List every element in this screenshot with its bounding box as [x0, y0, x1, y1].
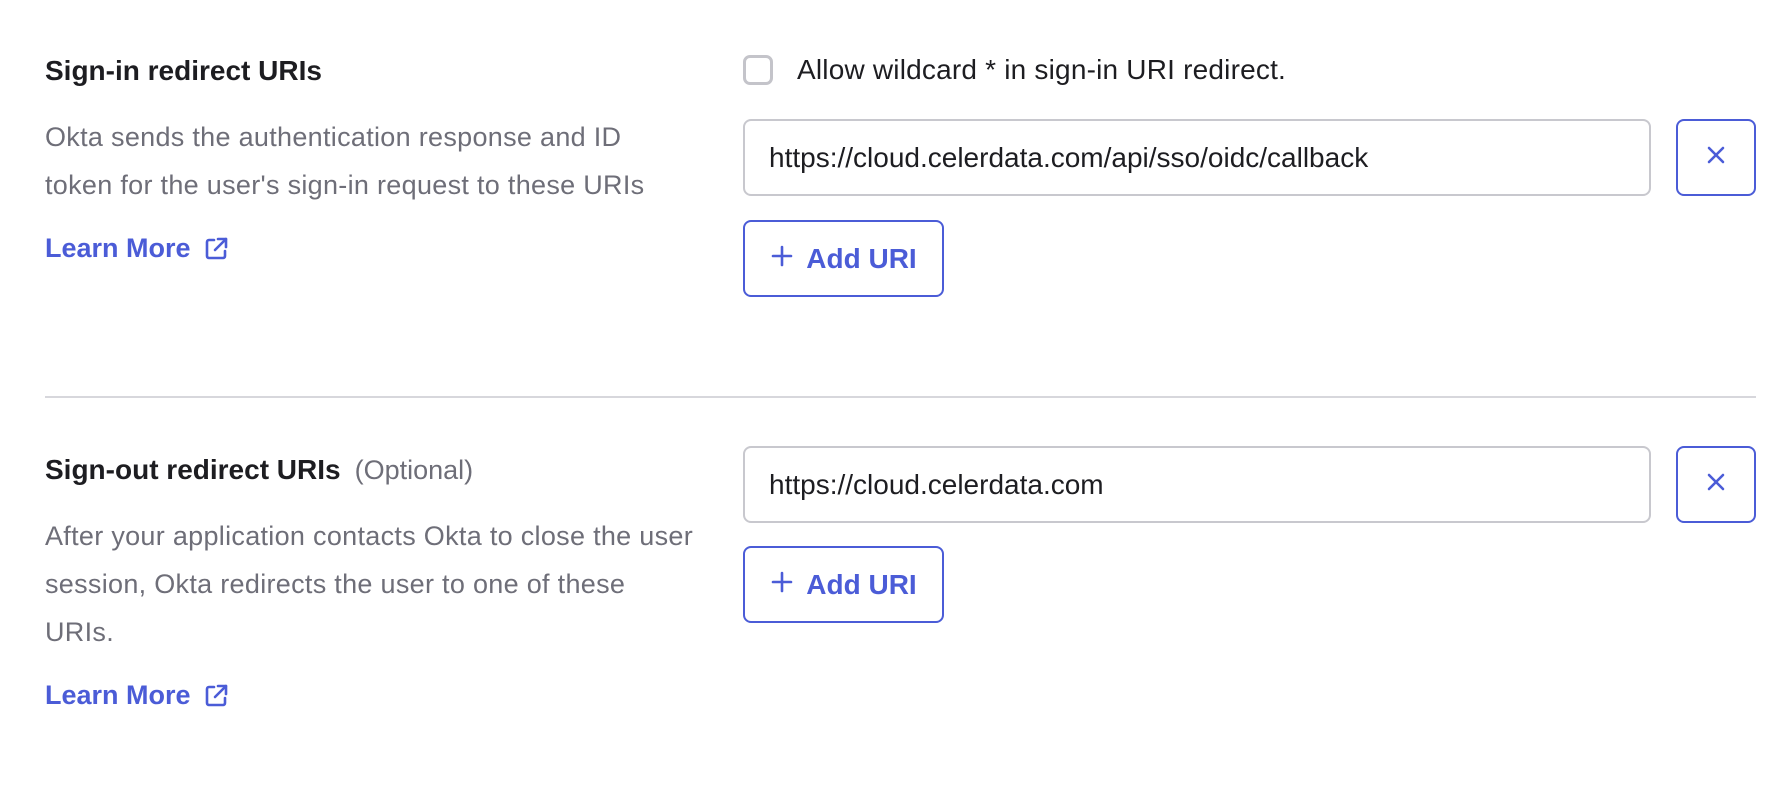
signin-info: Sign-in redirect URIs Okta sends the aut… [45, 51, 695, 264]
signout-learn-more-label: Learn More [45, 680, 191, 710]
signout-title: Sign-out redirect URIs (Optional) [45, 450, 695, 490]
external-link-icon [203, 236, 229, 262]
signin-description: Okta sends the authentication response a… [45, 122, 645, 200]
signin-title: Sign-in redirect URIs [45, 51, 695, 91]
signin-learn-more-label: Learn More [45, 233, 191, 263]
close-icon [1705, 471, 1727, 498]
signout-title-text: Sign-out redirect URIs [45, 454, 341, 485]
signin-learn-more-link[interactable]: Learn More [45, 233, 229, 264]
external-link-icon [203, 683, 229, 709]
signin-redirect-section: Sign-in redirect URIs Okta sends the aut… [45, 0, 1756, 397]
plus-icon [770, 569, 794, 601]
signin-remove-uri-button[interactable] [1676, 119, 1756, 196]
signout-add-uri-button[interactable]: Add URI [743, 546, 944, 623]
signout-remove-uri-button[interactable] [1676, 446, 1756, 523]
plus-icon [770, 243, 794, 275]
signin-uri-row [743, 119, 1756, 196]
signout-info: Sign-out redirect URIs (Optional) After … [45, 450, 695, 711]
close-icon [1705, 144, 1727, 171]
signin-add-uri-button[interactable]: Add URI [743, 220, 944, 297]
signin-title-text: Sign-in redirect URIs [45, 55, 322, 86]
signin-add-uri-label: Add URI [806, 242, 917, 274]
optional-label: (Optional) [354, 455, 474, 485]
signout-uri-input[interactable] [743, 446, 1651, 523]
wildcard-label[interactable]: Allow wildcard * in sign-in URI redirect… [797, 54, 1286, 86]
wildcard-checkbox[interactable] [743, 55, 773, 85]
signout-redirect-section: Sign-out redirect URIs (Optional) After … [45, 398, 1756, 790]
signout-add-uri-label: Add URI [806, 568, 917, 600]
signin-uri-input[interactable] [743, 119, 1651, 196]
signout-description: After your application contacts Okta to … [45, 521, 694, 647]
signout-uri-row [743, 446, 1756, 523]
signout-learn-more-link[interactable]: Learn More [45, 680, 229, 711]
wildcard-option: Allow wildcard * in sign-in URI redirect… [743, 54, 1286, 86]
